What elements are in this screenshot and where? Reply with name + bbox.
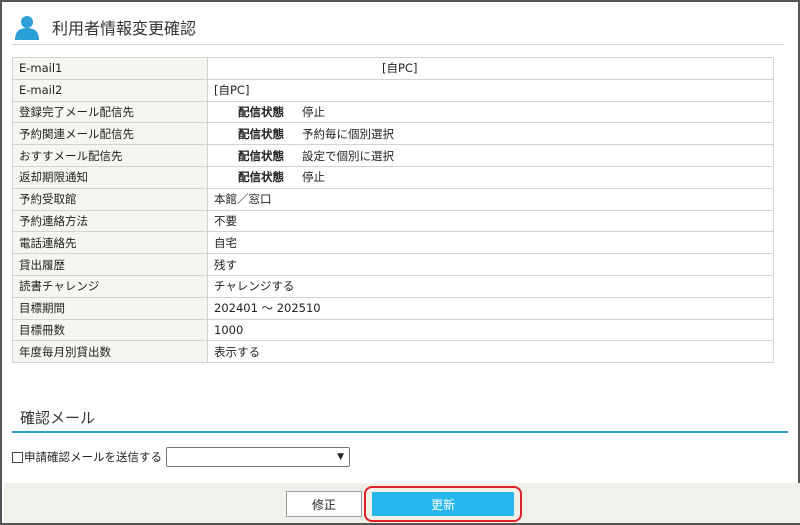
table-row: 目標冊数 1000 [12,318,774,342]
delivery-status-value: 停止 [302,104,325,119]
row-label-target-period: 目標期間 [12,296,208,320]
row-label-pickup-library: 予約受取館 [12,187,208,211]
chevron-down-icon: ▼ [337,452,344,462]
table-row: 予約連絡方法 不要 [12,209,774,233]
target-period-value: 202401 ～ 202510 [207,296,774,320]
row-label-email2: E-mail2 [12,78,208,102]
user-icon [15,16,39,40]
row-label-email1: E-mail1 [12,57,208,80]
table-row: 年度毎月別貸出数 表示する [12,340,774,364]
table-row: 電話連絡先 自宅 [12,231,774,255]
confirm-mail-section-title: 確認メール [12,407,788,433]
row-label-recommend-mail: おすすメール配信先 [12,144,208,167]
contact-method-value: 不要 [207,209,774,233]
table-row: 返却期限通知 配信状態 停止 [12,165,774,189]
row-label-registration-mail: 登録完了メール配信先 [12,100,208,124]
row-label-reservation-mail: 予約関連メール配信先 [12,122,208,146]
table-row: 貸出履歴 残す [12,253,774,276]
table-row: E-mail1 [自PC] [12,57,774,80]
delivery-status-value: 予約毎に個別選択 [302,126,394,141]
user-info-table: E-mail1 [自PC] E-mail2 [自PC] 登録完了メール配信先 配… [12,57,774,364]
target-count-value: 1000 [207,318,774,342]
phone-contact-value: 自宅 [207,231,774,255]
reading-challenge-value: チャレンジする [207,274,774,298]
delivery-status-label: 配信状態 [238,104,284,119]
row-label-loan-history: 貸出履歴 [12,253,208,276]
email2-value: [自PC] [207,78,774,102]
table-row: 予約受取館 本館／窓口 [12,187,774,211]
row-label-contact-method: 予約連絡方法 [12,209,208,233]
table-row: おすすメール配信先 配信状態 設定で個別に選択 [12,144,774,167]
confirm-mail-row: 申請確認メールを送信する ▼ [12,447,350,467]
page-header: 利用者情報変更確認 [12,10,784,45]
table-row: 登録完了メール配信先 配信状態 停止 [12,100,774,124]
table-row: 目標期間 202401 ～ 202510 [12,296,774,320]
update-button-highlight: 更新 [364,486,522,522]
table-row: E-mail2 [自PC] [12,78,774,102]
email1-value: [自PC] [382,61,418,76]
delivery-status-value: 停止 [302,170,325,185]
table-row: 読書チャレンジ チャレンジする [12,274,774,298]
table-row: 予約関連メール配信先 配信状態 予約毎に個別選択 [12,122,774,146]
loan-history-value: 残す [207,253,774,276]
delivery-status-label: 配信状態 [238,148,284,163]
row-label-due-notice: 返却期限通知 [12,165,208,189]
delivery-status-label: 配信状態 [238,170,284,185]
pickup-library-value: 本館／窓口 [207,187,774,211]
update-button[interactable]: 更新 [372,492,514,516]
row-label-reading-challenge: 読書チャレンジ [12,274,208,298]
row-label-phone-contact: 電話連絡先 [12,231,208,255]
send-confirm-mail-checkbox[interactable] [12,451,23,463]
send-confirm-mail-label[interactable]: 申請確認メールを送信する [24,449,162,465]
monthly-loans-value: 表示する [207,340,774,364]
page-title: 利用者情報変更確認 [52,19,197,38]
row-label-target-count: 目標冊数 [12,318,208,342]
delivery-status-label: 配信状態 [238,126,284,141]
delivery-status-value: 設定で個別に選択 [302,148,394,163]
button-bar: 修正 更新 [4,483,800,523]
dialog-frame: 利用者情報変更確認 E-mail1 [自PC] E-mail2 [自PC] 登録… [0,0,800,525]
row-label-monthly-loans: 年度毎月別貸出数 [12,340,208,364]
fix-button[interactable]: 修正 [286,491,362,517]
confirm-mail-select[interactable]: ▼ [166,447,350,467]
